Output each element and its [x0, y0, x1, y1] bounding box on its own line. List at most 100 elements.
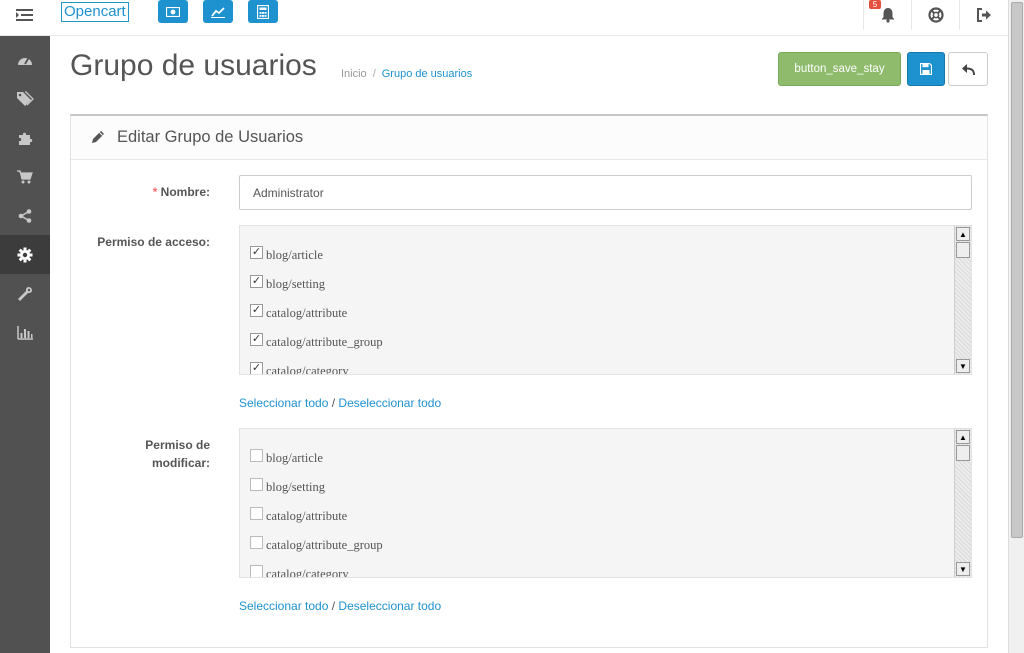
permission-label: catalog/category [266, 566, 349, 578]
back-button[interactable] [948, 52, 988, 86]
access-select-links: Seleccionar todo / Deseleccionar todo [239, 396, 441, 410]
sidebar-item-sales[interactable] [0, 157, 50, 196]
list-item[interactable]: blog/setting [250, 477, 325, 497]
access-checkbox[interactable]: ✓ [250, 332, 263, 346]
floppy-disk-icon [920, 63, 932, 75]
modify-permission-list[interactable]: blog/article blog/setting catalog/attrib… [239, 428, 972, 578]
sidebar-item-extensions[interactable] [0, 118, 50, 157]
opencart-logo-link[interactable]: Opencart [61, 2, 129, 22]
calculator-button[interactable] [248, 0, 278, 23]
notification-count-badge: 5 [869, 0, 881, 9]
modify-checkbox[interactable] [250, 506, 263, 520]
permission-label: blog/setting [266, 479, 326, 494]
save-button[interactable] [907, 52, 945, 86]
list-item[interactable]: ✓ blog/setting [250, 274, 325, 294]
permission-label: catalog/attribute [266, 508, 348, 523]
modify-checkbox[interactable] [250, 477, 263, 491]
calculator-icon [257, 4, 269, 19]
scroll-up-arrow-icon[interactable]: ▲ [956, 430, 970, 444]
modify-select-all-link[interactable]: Seleccionar todo [239, 599, 328, 613]
scroll-thumb[interactable] [956, 445, 970, 461]
access-list-scrollbar[interactable]: ▲ ▼ [954, 226, 971, 374]
sidebar-item-marketing[interactable] [0, 196, 50, 235]
link-separator: / [331, 396, 336, 410]
puzzle-icon [19, 132, 33, 145]
list-item[interactable]: ✓ blog/article [250, 245, 323, 265]
share-icon [18, 208, 32, 223]
menu-toggle-button[interactable] [0, 0, 50, 30]
permission-label: catalog/category [266, 363, 349, 375]
access-checkbox[interactable]: ✓ [250, 274, 263, 288]
list-item[interactable]: catalog/category [250, 564, 349, 578]
logout-button[interactable] [959, 0, 1007, 30]
cart-icon [17, 169, 33, 183]
access-checkbox[interactable]: ✓ [250, 303, 263, 317]
access-checkbox[interactable]: ✓ [250, 361, 263, 374]
wrench-icon [18, 286, 33, 301]
save-stay-button[interactable]: button_save_stay [778, 52, 901, 86]
checkmark-icon: ✓ [251, 361, 262, 374]
sidebar-item-system[interactable] [0, 235, 50, 274]
panel-heading: Editar Grupo de Usuarios [71, 116, 987, 160]
breadcrumb-separator: / [372, 68, 376, 80]
panel-title: Editar Grupo de Usuarios [117, 128, 304, 146]
modify-label-line2: modificar: [151, 456, 210, 470]
scroll-up-arrow-icon[interactable]: ▲ [956, 227, 970, 241]
name-label-text: Nombre: [160, 185, 210, 199]
breadcrumb: Inicio / Grupo de usuarios [341, 68, 472, 80]
sidebar [0, 36, 50, 653]
sidebar-item-dashboard[interactable] [0, 40, 50, 79]
access-checkbox[interactable]: ✓ [250, 245, 263, 259]
sidebar-item-catalog[interactable] [0, 79, 50, 118]
sidebar-item-maintenance[interactable] [0, 274, 50, 313]
modify-select-links: Seleccionar todo / Deseleccionar todo [239, 599, 441, 613]
permission-label: blog/article [266, 247, 323, 262]
access-select-all-link[interactable]: Seleccionar todo [239, 396, 328, 410]
permission-label: blog/setting [266, 276, 326, 291]
modify-deselect-all-link[interactable]: Deseleccionar todo [338, 599, 441, 613]
list-item[interactable]: blog/article [250, 448, 323, 468]
modify-checkbox[interactable] [250, 448, 263, 462]
link-separator: / [331, 599, 336, 613]
permission-label: catalog/attribute [266, 305, 348, 320]
bar-chart-icon [17, 325, 33, 340]
list-item[interactable]: catalog/attribute [250, 506, 347, 526]
list-item[interactable]: catalog/attribute_group [250, 535, 383, 555]
access-permission-list[interactable]: ✓ blog/article ✓ blog/setting ✓ catalog/att… [239, 225, 972, 375]
help-button[interactable] [911, 0, 959, 30]
gear-icon [17, 247, 33, 262]
checkmark-icon: ✓ [251, 245, 262, 258]
checkmark-icon: ✓ [251, 274, 262, 287]
money-icon [166, 6, 180, 17]
list-item[interactable]: ✓ catalog/category [250, 361, 349, 375]
modify-list-scrollbar[interactable]: ▲ ▼ [954, 429, 971, 577]
pencil-icon [92, 131, 104, 143]
breadcrumb-home-link[interactable]: Inicio [341, 68, 367, 80]
name-input[interactable] [239, 175, 972, 210]
shop-front-button[interactable] [158, 0, 188, 23]
list-item[interactable]: ✓ catalog/attribute [250, 303, 347, 323]
life-ring-icon [927, 7, 944, 23]
page-scroll-thumb[interactable] [1011, 2, 1023, 538]
sign-out-icon [976, 8, 991, 22]
permission-label: blog/article [266, 450, 323, 465]
modify-checkbox[interactable] [250, 564, 263, 577]
modify-checkbox[interactable] [250, 535, 263, 549]
sidebar-item-reports[interactable] [0, 313, 50, 352]
permission-label: catalog/attribute_group [266, 537, 383, 552]
menu-toggle-icon [16, 9, 33, 21]
reports-button[interactable] [203, 0, 233, 23]
breadcrumb-user-groups-link[interactable]: Grupo de usuarios [382, 68, 473, 80]
access-deselect-all-link[interactable]: Deseleccionar todo [338, 396, 441, 410]
reply-icon [961, 63, 975, 75]
modify-label-line1: Permiso de [145, 438, 210, 452]
access-permission-label: Permiso de acceso: [97, 235, 210, 249]
scroll-down-arrow-icon[interactable]: ▼ [956, 359, 970, 373]
checkmark-icon: ✓ [251, 332, 262, 345]
list-item[interactable]: ✓ catalog/attribute_group [250, 332, 383, 352]
scroll-thumb[interactable] [956, 242, 970, 258]
permission-label: catalog/attribute_group [266, 334, 383, 349]
scroll-down-arrow-icon[interactable]: ▼ [956, 562, 970, 576]
page-scrollbar[interactable] [1008, 0, 1024, 653]
name-label: * Nombre: [130, 185, 210, 199]
